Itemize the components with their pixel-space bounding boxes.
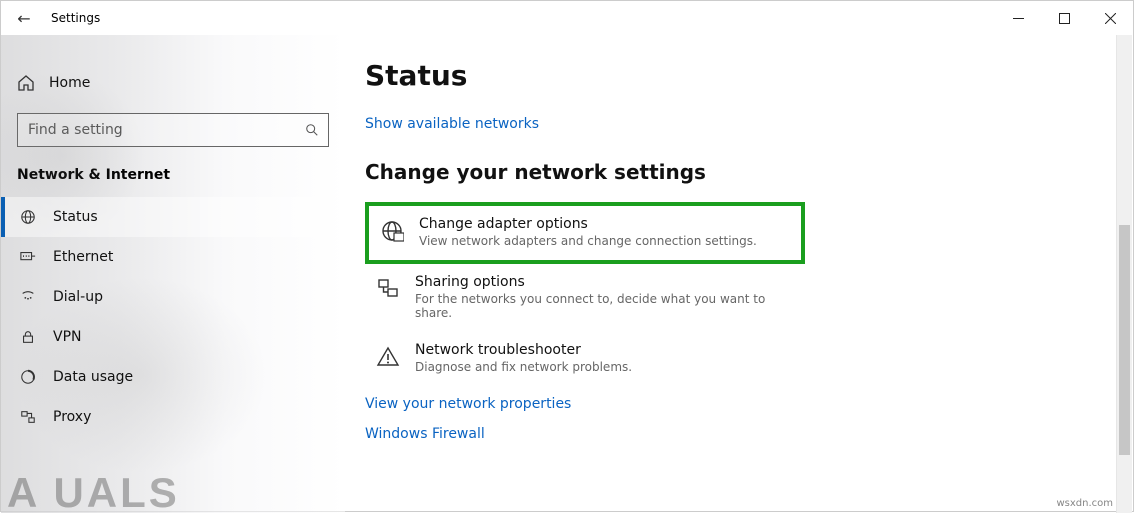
- proxy-icon: [19, 408, 37, 426]
- search-box[interactable]: [17, 113, 329, 147]
- sidebar-item-label: Proxy: [53, 409, 91, 425]
- sidebar-item-label: Data usage: [53, 369, 133, 385]
- close-icon: [1105, 13, 1116, 24]
- option-title: Network troubleshooter: [415, 342, 632, 358]
- sidebar-item-home[interactable]: Home: [1, 65, 345, 101]
- search-icon: [304, 122, 320, 138]
- minimize-icon: [1013, 13, 1024, 24]
- sidebar-item-vpn[interactable]: VPN: [1, 317, 345, 357]
- sidebar-item-label: Ethernet: [53, 249, 113, 265]
- link-network-properties[interactable]: View your network properties: [365, 396, 1103, 412]
- vpn-icon: [19, 328, 37, 346]
- title-bar: ← Settings: [1, 1, 1133, 35]
- page-title: Status: [365, 59, 1103, 92]
- sidebar-item-dialup[interactable]: Dial-up: [1, 277, 345, 317]
- option-desc: For the networks you connect to, decide …: [415, 292, 797, 320]
- app-title: Settings: [51, 11, 100, 25]
- sidebar-item-ethernet[interactable]: Ethernet: [1, 237, 345, 277]
- sidebar-item-datausage[interactable]: Data usage: [1, 357, 345, 397]
- sidebar-item-label: VPN: [53, 329, 82, 345]
- link-show-networks[interactable]: Show available networks: [365, 116, 1103, 132]
- scrollbar-thumb[interactable]: [1119, 225, 1130, 455]
- link-windows-firewall[interactable]: Windows Firewall: [365, 426, 1103, 442]
- back-arrow-icon: ←: [17, 9, 30, 28]
- scrollbar-track[interactable]: [1116, 35, 1132, 513]
- globe-icon: [19, 208, 37, 226]
- option-troubleshooter[interactable]: Network troubleshooter Diagnose and fix …: [365, 332, 805, 386]
- close-button[interactable]: [1087, 1, 1133, 35]
- option-title: Change adapter options: [419, 216, 757, 232]
- sidebar-item-proxy[interactable]: Proxy: [1, 397, 345, 437]
- sidebar: Home Network & Internet Status: [1, 35, 345, 513]
- search-input[interactable]: [28, 122, 304, 138]
- search-container: [17, 113, 329, 147]
- back-button[interactable]: ←: [1, 1, 47, 35]
- sidebar-group-header: Network & Internet: [1, 161, 345, 197]
- window-controls: [995, 1, 1133, 35]
- data-usage-icon: [19, 368, 37, 386]
- troubleshooter-icon: [375, 344, 401, 370]
- home-label: Home: [49, 75, 90, 91]
- maximize-button[interactable]: [1041, 1, 1087, 35]
- ethernet-icon: [19, 248, 37, 266]
- dialup-icon: [19, 288, 37, 306]
- content-area: Status Show available networks Change yo…: [345, 35, 1133, 513]
- maximize-icon: [1059, 13, 1070, 24]
- option-title: Sharing options: [415, 274, 797, 290]
- sidebar-item-label: Dial-up: [53, 289, 103, 305]
- section-heading: Change your network settings: [365, 160, 1103, 184]
- adapter-icon: [379, 218, 405, 244]
- sidebar-item-label: Status: [53, 209, 98, 225]
- sidebar-item-status[interactable]: Status: [1, 197, 345, 237]
- option-desc: Diagnose and fix network problems.: [415, 360, 632, 374]
- home-icon: [17, 74, 35, 92]
- option-change-adapter[interactable]: Change adapter options View network adap…: [365, 202, 805, 264]
- option-desc: View network adapters and change connect…: [419, 234, 757, 248]
- sidebar-nav-list: Status Ethernet Dial-up VPN: [1, 197, 345, 437]
- minimize-button[interactable]: [995, 1, 1041, 35]
- option-sharing[interactable]: Sharing options For the networks you con…: [365, 264, 805, 332]
- sharing-icon: [375, 276, 401, 302]
